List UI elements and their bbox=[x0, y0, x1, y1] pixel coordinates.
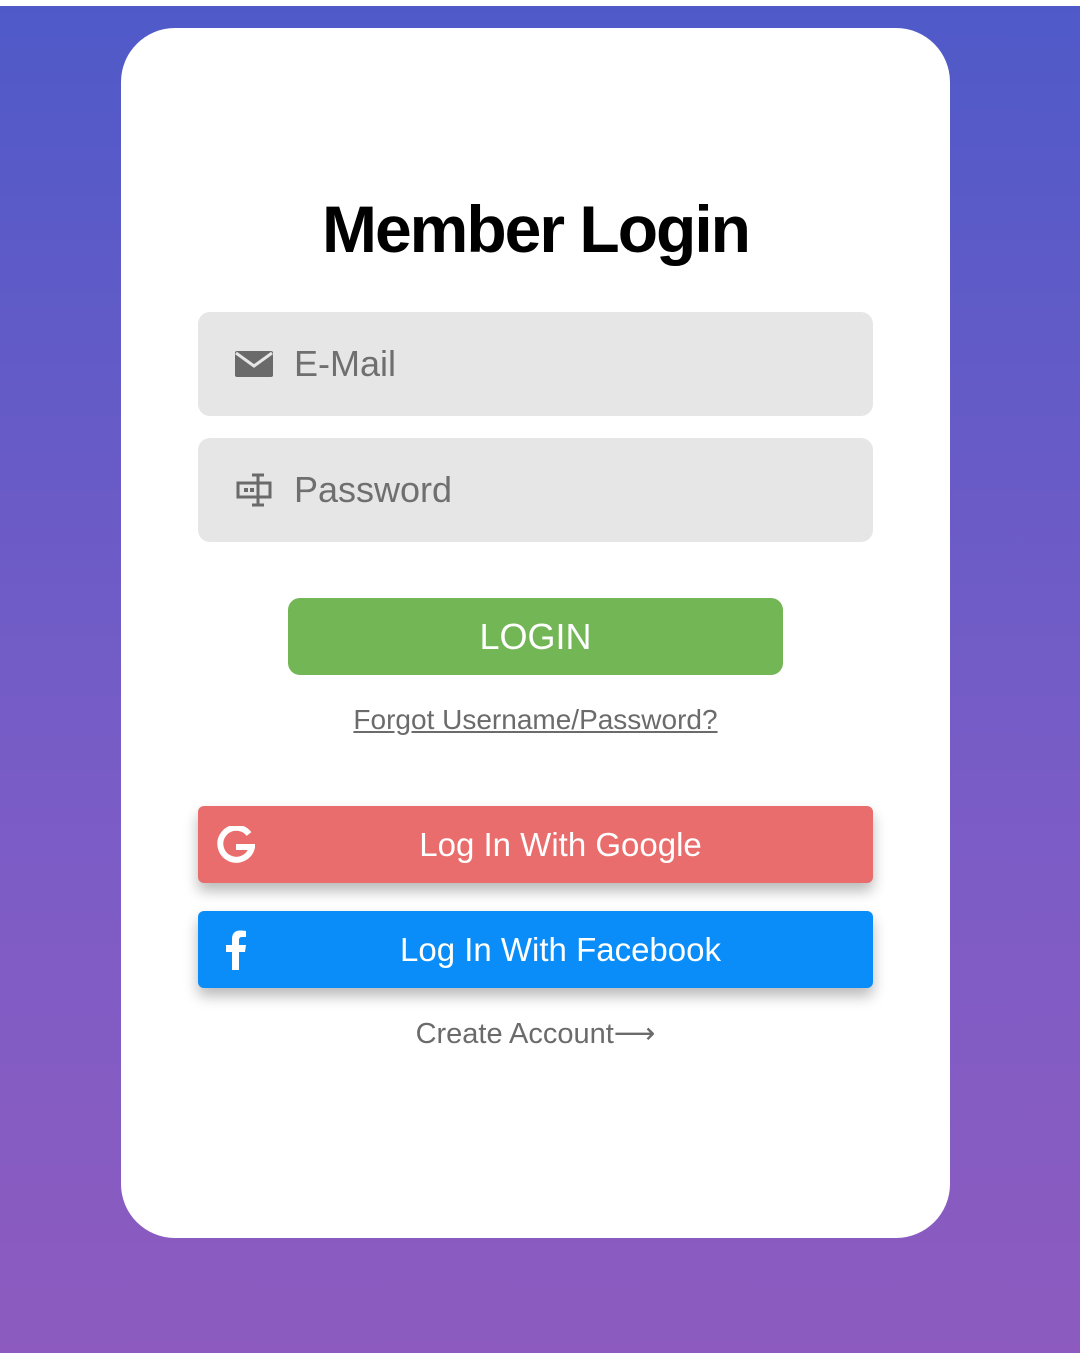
forgot-password-link[interactable]: Forgot Username/Password? bbox=[121, 704, 950, 736]
password-field[interactable] bbox=[198, 438, 873, 542]
page-title: Member Login bbox=[321, 192, 751, 266]
google-login-label: Log In With Google bbox=[419, 826, 702, 863]
password-input[interactable] bbox=[294, 438, 854, 542]
facebook-login-label: Log In With Facebook bbox=[399, 931, 721, 968]
email-field[interactable] bbox=[198, 312, 873, 416]
login-button[interactable]: LOGIN bbox=[288, 598, 783, 675]
envelope-icon bbox=[234, 344, 274, 384]
google-login-button[interactable]: Log In With Google bbox=[198, 806, 873, 883]
email-input[interactable] bbox=[294, 312, 854, 416]
create-account-link[interactable]: Create Account⟶ bbox=[121, 1016, 950, 1051]
page-background: Member Login LOGIN Forgo bbox=[0, 6, 1080, 1353]
login-card: Member Login LOGIN Forgo bbox=[121, 28, 950, 1238]
password-cursor-icon bbox=[234, 470, 274, 510]
facebook-login-button[interactable]: Log In With Facebook bbox=[198, 911, 873, 988]
